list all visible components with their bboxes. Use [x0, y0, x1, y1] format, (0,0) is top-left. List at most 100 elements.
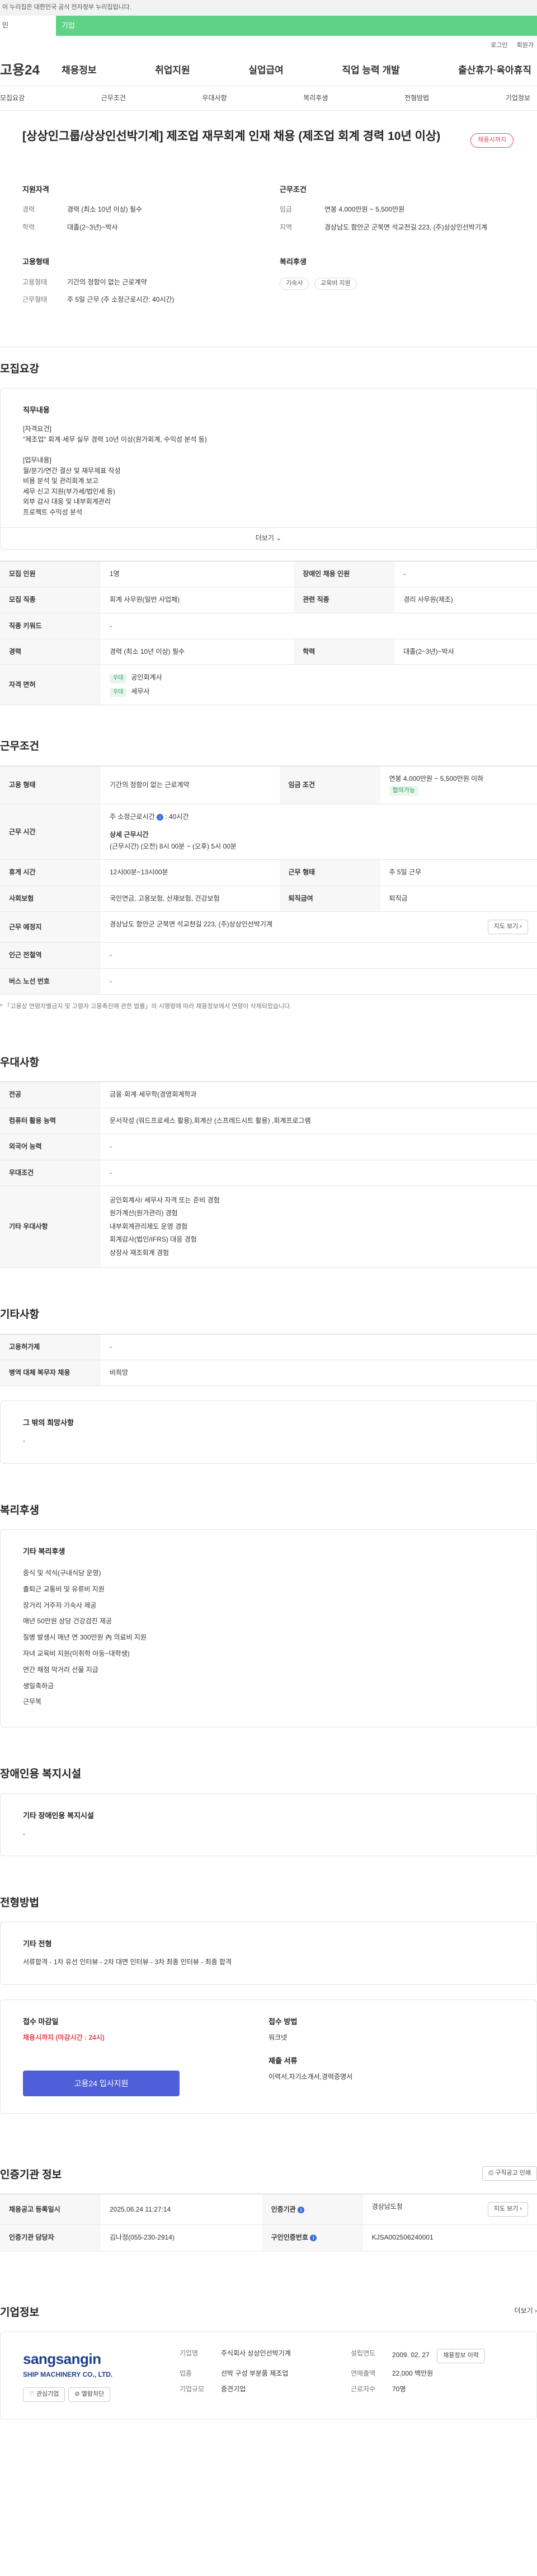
- agency-map-button[interactable]: 지도 보기 ›: [487, 2202, 528, 2217]
- list-item: 내부회계관리제도 운영 경험: [110, 1222, 188, 1230]
- print-button[interactable]: ⎙ 구직공고 인쇄: [482, 2166, 537, 2181]
- process-card: 기타 전형 서류합격 - 1차 유선 인터뷰 - 2차 대면 인터뷰 - 3차 …: [0, 1922, 537, 1985]
- row-value: 경상남도 함안군 군북면 석교천길 223, (주)상상인선박기계 지도 보기 ›: [101, 911, 537, 943]
- duty-more-button[interactable]: 더보기 ⌄: [1, 527, 536, 549]
- row-value: 대졸(2~3년)~박사: [394, 639, 537, 666]
- other-wish-card: 그 밖의 희망사항 -: [0, 1401, 537, 1464]
- license-name: 공인회계사: [131, 673, 162, 682]
- print-icon: ⎙: [488, 2169, 494, 2176]
- company-name-label: 기업명: [180, 2349, 199, 2358]
- detail-hours-heading: 상세 근무시간: [110, 830, 149, 839]
- tab-company[interactable]: 기업: [56, 16, 537, 36]
- login-link[interactable]: 로그인: [491, 41, 507, 50]
- table-row: 직종 키워드 -: [0, 613, 537, 640]
- print-label: 구직공고 인쇄: [495, 2169, 531, 2176]
- gnb-item-jobs[interactable]: 채용정보: [62, 64, 97, 78]
- join-link[interactable]: 회원가: [517, 41, 534, 50]
- row-label: 사회보험: [0, 886, 101, 912]
- map-button-label: 지도 보기: [493, 923, 519, 930]
- row-label: 인증기관 i: [262, 2194, 363, 2226]
- gnb-item-training[interactable]: 직업 능력 개발: [342, 64, 399, 78]
- work-table: 고용 형태 기간의 정함이 없는 근로계약 임금 조건 연봉 4,000만원 ~ 5…: [0, 765, 537, 995]
- list-item: 중식 및 석식(구내식당 운영): [23, 1568, 101, 1577]
- row-value: 경력 (최소 10년 이상) 필수: [101, 639, 294, 666]
- info-icon[interactable]: i: [156, 814, 163, 821]
- site-logo[interactable]: 고용24: [0, 61, 62, 81]
- company-name-value: 주식회사 상상인선박기계: [221, 2349, 291, 2358]
- agency-section-title: 인증기관 정보: [0, 2168, 62, 2181]
- utility-bar: 로그인 회원가: [0, 36, 537, 56]
- license-tag: 우대: [110, 674, 127, 683]
- map-button-label: 지도 보기: [493, 2205, 519, 2213]
- deadline-value: 채용시까지 (마감시간 : 24시): [23, 2033, 105, 2041]
- row-value: 경리 사무원(제조): [394, 587, 537, 613]
- sales-label: 연매출액: [351, 2369, 376, 2378]
- company-box: sangsangin SHIP MACHINERY CO., LTD. ♡ 관심…: [0, 2331, 537, 2420]
- row-label: 직종 키워드: [0, 613, 101, 640]
- job-title: [상상인그룹/상상인선박기계] 제조업 재무회계 인재 채용 (제조업 회계 경…: [22, 130, 441, 143]
- work-shape-label: 근무형태: [22, 296, 48, 304]
- welfare-section-title: 복리후생: [0, 1504, 39, 1516]
- table-row: 인증기관 담당자 김나정(055-230-2914) 구인인증번호 i KJSA0…: [0, 2224, 537, 2251]
- disabled-heading: 기타 장애인용 복지시설: [23, 1811, 94, 1820]
- company-more-link[interactable]: 더보기 ›: [515, 2306, 537, 2316]
- table-row: 인근 전철역 -: [0, 942, 537, 969]
- established-date: 2009. 02. 27: [392, 2351, 430, 2359]
- section-link-welfare[interactable]: 복리후생: [303, 93, 328, 103]
- row-label: 경력: [0, 639, 101, 666]
- block-button[interactable]: ⊘ 열람차단: [68, 2387, 111, 2402]
- org-label: 인증기관: [271, 2205, 296, 2213]
- emp-type-value: 기간의 정함이 없는 근로계약: [67, 278, 147, 286]
- gnb-menu: 채용정보 취업지원 실업급여 직업 능력 개발 출산휴가·육아휴직: [62, 64, 537, 78]
- industry-label: 업종: [180, 2369, 192, 2378]
- company-logo: sangsangin SHIP MACHINERY CO., LTD. ♡ 관심…: [23, 2349, 157, 2402]
- section-link-company[interactable]: 기업정보: [506, 93, 530, 103]
- row-label: 장애인 채용 인원: [294, 561, 395, 588]
- wage-label: 임금: [280, 205, 293, 214]
- apply-box: 접수 마감일 채용시까지 (마감시간 : 24시) 고용24 입사지원 접수 방…: [0, 1999, 537, 2114]
- other-wish-heading: 그 밖의 희망사항: [23, 1418, 74, 1427]
- row-value: KJSA002506240001: [362, 2224, 537, 2251]
- row-value: -: [101, 1134, 537, 1160]
- work-heading: 근무조건: [280, 185, 307, 194]
- section-link-recruit[interactable]: 모집요강: [0, 93, 25, 103]
- table-row: 기타 우대사항 공인회계사/ 세무사 자격 또는 준비 경험 원가계산(원가관리…: [0, 1186, 537, 1268]
- row-label: 채용공고 등록일시: [0, 2194, 101, 2226]
- gnb-item-employment-support[interactable]: 취업지원: [155, 64, 190, 78]
- employees-label: 근로자수: [351, 2385, 376, 2393]
- apply-button[interactable]: 고용24 입사지원: [23, 2070, 180, 2096]
- gnb-item-unemployment[interactable]: 실업급여: [248, 64, 284, 78]
- table-row: 휴게 시간 12시00분~13시00분 근무 형태 주 5일 근무: [0, 859, 537, 886]
- section-link-work[interactable]: 근무조건: [101, 93, 126, 103]
- section-link-process[interactable]: 전형방법: [404, 93, 429, 103]
- company-header: 기업정보 더보기 ›: [0, 2251, 537, 2332]
- gnb-item-leave[interactable]: 출산휴가·육아휴직: [458, 64, 531, 78]
- row-value: 국민연금, 고용보험, 산재보험, 건강보험: [101, 886, 280, 912]
- list-item: 상장사 재조회계 경험: [110, 1248, 169, 1257]
- row-label: 퇴직급여: [279, 886, 380, 912]
- info-icon[interactable]: i: [310, 2235, 317, 2242]
- row-value: 1명: [101, 561, 294, 588]
- company-section-title: 기업정보: [0, 2306, 39, 2319]
- row-value: 경상남도청 지도 보기 ›: [362, 2194, 537, 2226]
- row-label: 모집 직종: [0, 587, 101, 613]
- map-button[interactable]: 지도 보기 ›: [487, 920, 528, 935]
- row-label: 버스 노선 번호: [0, 968, 101, 995]
- tab-personal[interactable]: 인: [0, 16, 56, 36]
- row-value: 김나정(055-230-2914): [101, 2224, 262, 2251]
- table-row: 모집 인원 1명 장애인 채용 인원 -: [0, 561, 537, 588]
- row-label: 고용허가제: [0, 1334, 101, 1360]
- row-label: 근무 시간: [0, 804, 101, 860]
- job-summary: [상상인그룹/상상인선박기계] 제조업 재무회계 인재 채용 (제조업 회계 경…: [0, 111, 537, 347]
- info-icon[interactable]: i: [298, 2206, 305, 2213]
- disabled-section-title: 장애인용 복지시설: [0, 1768, 82, 1781]
- interest-button[interactable]: ♡ 관심기업: [23, 2387, 65, 2402]
- list-item: 질병 발생시 매년 연 300만원 內 의료비 지원: [23, 1633, 147, 1642]
- history-button[interactable]: 채용정보 이력: [437, 2349, 485, 2364]
- section-link-pref[interactable]: 우대사항: [202, 93, 227, 103]
- pref-section-title: 우대사항: [0, 1056, 39, 1069]
- row-label: 병역 대체 복무자 채용: [0, 1360, 101, 1387]
- section-nav: 모집요강 근무조건 우대사항 복리후생 전형방법 기업정보: [0, 86, 537, 111]
- table-row: 근무 시간 주 소정근로시간 i : 40시간 상세 근무시간 (근무시간) (…: [0, 804, 537, 860]
- global-nav: 고용24 채용정보 취업지원 실업급여 직업 능력 개발 출산휴가·육아휴직: [0, 56, 537, 86]
